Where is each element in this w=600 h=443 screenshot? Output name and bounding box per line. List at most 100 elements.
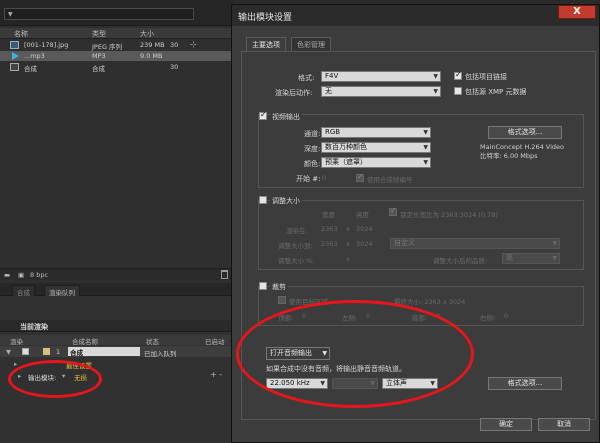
current-render-label: 当前渲染 <box>20 323 48 331</box>
crop-right-value[interactable]: 0 <box>504 312 508 320</box>
trash-icon[interactable] <box>221 270 228 279</box>
add-remove-output-icon[interactable]: + - <box>210 370 222 379</box>
ok-button[interactable]: 确定 <box>480 418 532 431</box>
item-type: MP3 <box>92 52 106 60</box>
rendering-at-label: 渲染在: <box>286 227 308 235</box>
project-column-headers: 名称 类型 大小 <box>0 28 234 39</box>
flowchart-icon[interactable]: ⊹ <box>190 40 197 49</box>
project-item-comp[interactable]: 合成 合成 30 <box>0 62 234 73</box>
composition-icon <box>10 63 19 71</box>
col-status[interactable]: 状态 <box>146 336 159 346</box>
dropdown-arrow-icon: ▼ <box>423 144 428 151</box>
search-input[interactable]: ▼ <box>4 8 194 20</box>
label-color[interactable] <box>43 348 50 355</box>
current-render-bar: 当前渲染 <box>0 320 234 332</box>
col-type[interactable]: 类型 <box>92 29 106 39</box>
include-project-link-label: 包括项目链接 <box>465 73 507 81</box>
resize-quality-label: 调整大小后的品质: <box>433 257 488 265</box>
channels-label: 通道: <box>304 130 321 138</box>
use-comp-frame-checkbox[interactable] <box>356 172 364 182</box>
video-output-checkbox[interactable] <box>259 110 267 120</box>
dropdown-arrow-icon[interactable]: ▼ <box>8 12 13 18</box>
start-frame-value[interactable]: 0 <box>322 174 326 182</box>
render-checkbox[interactable] <box>22 348 29 355</box>
dialog-titlebar[interactable]: 输出模块设置 X <box>232 5 599 26</box>
times-sign: x <box>346 225 350 233</box>
item-size: 239 MB <box>140 41 165 49</box>
row-number: 1 <box>56 348 61 356</box>
annotation-ellipse <box>8 360 102 398</box>
image-sequence-icon <box>10 41 19 49</box>
tab-render-queue[interactable]: 渲染队列 <box>44 285 80 297</box>
col-size[interactable]: 大小 <box>140 29 154 39</box>
resize-to-label: 调整大小到: <box>278 242 313 250</box>
col-render[interactable]: 渲染 <box>10 336 23 346</box>
close-button[interactable]: X <box>558 5 596 19</box>
expand-icon[interactable]: ▼ <box>6 348 11 356</box>
dropdown-arrow-icon: ▼ <box>552 255 557 262</box>
lock-ratio-checkbox[interactable] <box>389 206 397 216</box>
times-sign: x <box>346 240 350 248</box>
comp-name-cell[interactable]: 合成 <box>68 347 140 357</box>
codec-info: MainConcept H.264 Video <box>480 143 564 151</box>
resize-to-width[interactable]: 2363 <box>321 240 338 248</box>
col-name[interactable]: 名称 <box>14 29 28 39</box>
tab-comp[interactable]: 合成 <box>12 285 35 297</box>
resize-preset-dropdown[interactable]: 自定义 ▼ <box>390 238 560 249</box>
dropdown-arrow-icon: ▼ <box>433 88 438 95</box>
annotation-ellipse <box>236 300 474 408</box>
use-roi-checkbox[interactable] <box>278 296 286 304</box>
color-dropdown[interactable]: 预乘（遮罩） ▼ <box>321 157 431 168</box>
depth-dropdown[interactable]: 数百万种颜色 ▼ <box>321 142 431 153</box>
post-render-value: 无 <box>325 87 332 95</box>
dropdown-arrow-icon: ▼ <box>423 129 428 136</box>
times-sign: x <box>346 255 350 263</box>
format-value: F4V <box>325 72 339 80</box>
item-size: 9.0 MB <box>140 52 163 60</box>
crop-checkbox[interactable] <box>259 282 267 290</box>
include-project-link-checkbox[interactable] <box>454 70 462 80</box>
bpc-label[interactable]: 8 bpc <box>30 271 48 279</box>
post-render-dropdown[interactable]: 无 ▼ <box>321 86 441 97</box>
new-comp-icon[interactable]: ▣ <box>18 271 24 279</box>
project-item-mp3[interactable]: ...mp3 MP3 9.0 MB <box>0 51 234 61</box>
resize-quality-value: 高 <box>506 254 513 262</box>
resize-to-height[interactable]: 3024 <box>356 240 373 248</box>
video-output-label: 视频输出 <box>270 112 302 122</box>
cancel-button[interactable]: 取消 <box>538 418 590 431</box>
dropdown-arrow-icon: ▼ <box>423 159 428 166</box>
col-started[interactable]: 已启动 <box>205 336 225 346</box>
render-queue-row[interactable]: ▼ 1 合成 已加入队列 <box>0 346 234 358</box>
color-label: 颜色: <box>304 160 321 168</box>
project-item-jpg[interactable]: [001-178].jpg JPEG 序列 239 MB 30 <box>0 40 234 51</box>
rendering-height: 3024 <box>356 225 373 233</box>
folder-icon[interactable]: ▬ <box>4 271 10 279</box>
rendering-width: 2363 <box>321 225 338 233</box>
tab-main-options[interactable]: 主要选项 <box>246 37 286 51</box>
format-label: 格式: <box>298 74 315 82</box>
crop-right-label: 右侧: <box>480 314 496 322</box>
project-footer: ▬ ▣ 8 bpc <box>0 268 234 280</box>
item-name: 合成 <box>24 65 37 73</box>
include-xmp-checkbox[interactable] <box>454 87 462 95</box>
render-queue-headers: 渲染 合成名称 状态 已启动 <box>0 335 234 346</box>
channels-dropdown[interactable]: RGB ▼ <box>321 127 431 138</box>
col-comp-name[interactable]: 合成名称 <box>72 336 98 346</box>
depth-value: 数百万种颜色 <box>325 143 367 151</box>
resize-checkbox[interactable] <box>259 196 267 204</box>
tab-color-management[interactable]: 色彩管理 <box>291 37 331 51</box>
item-fps: 30 <box>170 63 179 71</box>
color-value: 预乘（遮罩） <box>325 158 367 166</box>
audio-format-options-button[interactable]: 格式选项... <box>488 377 562 390</box>
dropdown-arrow-icon: ▼ <box>552 240 557 247</box>
resize-preset-value: 自定义 <box>394 239 415 247</box>
video-format-options-button[interactable]: 格式选项... <box>488 126 562 139</box>
item-name: ...mp3 <box>24 52 45 60</box>
width-label: 宽度 <box>322 211 335 219</box>
resize-quality-dropdown[interactable]: 高 ▼ <box>502 253 560 264</box>
start-frame-label: 开始 #: <box>296 175 321 183</box>
lock-ratio-label: 锁定长宽比为 2363:3024 (0.78) <box>400 211 498 219</box>
format-dropdown[interactable]: F4V ▼ <box>321 71 441 82</box>
project-search-row: ▼ <box>0 0 234 26</box>
channels-value: RGB <box>325 128 341 136</box>
